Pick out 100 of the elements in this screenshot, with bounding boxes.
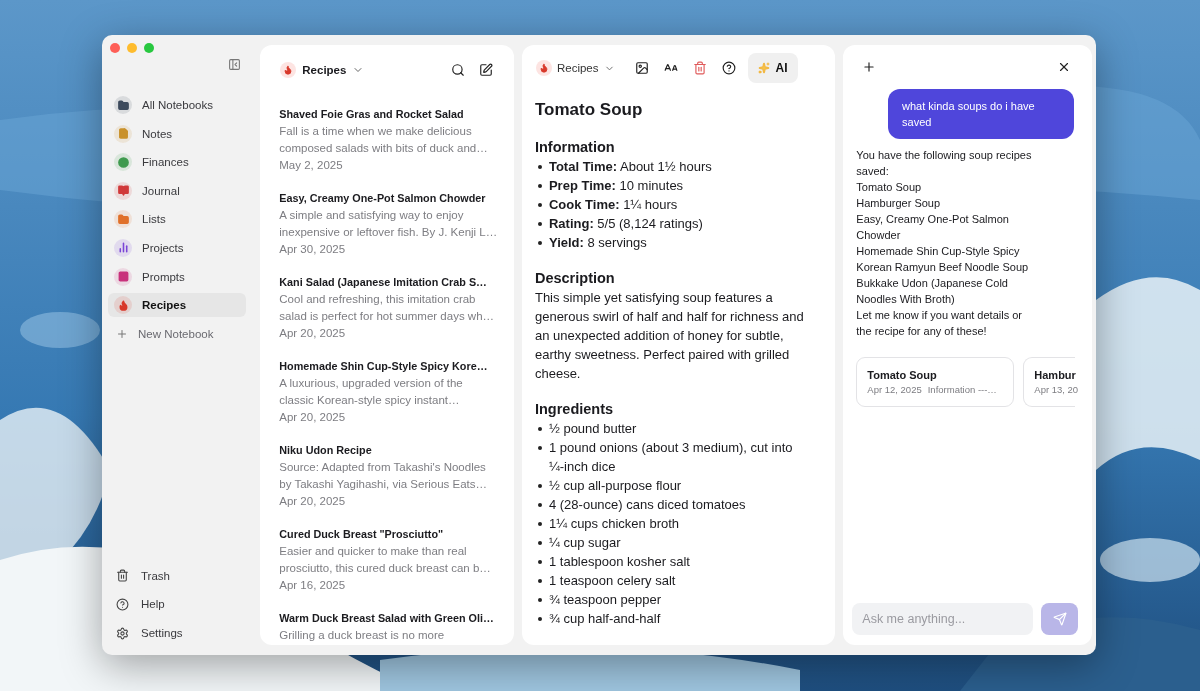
note-heading: Tomato Soup (534, 99, 644, 121)
image-icon (634, 61, 649, 75)
close-icon (1057, 60, 1071, 74)
close-window-button[interactable] (110, 43, 120, 53)
notebook-label: Recipes (142, 299, 187, 312)
note-date: Apr 16, 2025 (279, 578, 347, 593)
help-icon (721, 61, 736, 75)
description-text: This simple yet satisfying soup features a generous swirl of half and half for richness and an unexpected addition of honey for subtle, earthy sweetness. Perfect paired with grilled cheese. (534, 289, 805, 383)
plus-icon (862, 60, 877, 74)
list-item: 1 teaspoon celery salt (548, 572, 676, 590)
bullet-icon (537, 222, 542, 226)
note-title[interactable]: Homemade Shin Cup-Style Spicy Kore… (279, 358, 500, 375)
list-item: Rating: 5/5 (8,124 ratings) (548, 215, 703, 233)
bullet-icon (537, 560, 542, 564)
note-snippet: A simple and satisfying way to enjoy inexpensive or leftover fish. By J. Kenji L… (279, 208, 499, 240)
list-item: ¾ cup half-and-half (548, 610, 661, 628)
search-icon (450, 63, 465, 77)
note-title[interactable]: Niku Udon Recipe (279, 442, 500, 459)
list-item: 1¼ cups chicken broth (548, 515, 680, 533)
bullet-icon (537, 617, 542, 621)
trash-icon (116, 569, 129, 583)
section-heading: Ingredients (534, 400, 615, 419)
reply-line: Tomato Soup (856, 180, 923, 195)
list-item: ¾ teaspoon pepper (548, 591, 661, 609)
notebook-item[interactable]: Projects (108, 235, 247, 260)
footer-item[interactable]: Trash (108, 563, 247, 588)
section-heading: Information (534, 138, 616, 157)
reply-line: Easy, Creamy One-Pot Salmon Chowder (856, 212, 1010, 243)
bullet-icon (537, 598, 542, 602)
notebook-label: Prompts (142, 270, 185, 283)
help-icon (116, 597, 129, 611)
settings-icon (116, 626, 129, 640)
list-item: ½ pound butter (548, 420, 637, 438)
note-title[interactable]: Kani Salad (Japanese Imitation Crab S… (279, 274, 500, 291)
sidebar-icon (228, 58, 242, 71)
notebook-picker[interactable]: Recipes (280, 62, 365, 78)
bullet-icon (537, 503, 542, 507)
chat-input-field[interactable]: Ask me anything... (852, 603, 1034, 635)
reply-line: Homemade Shin Cup-Style Spicy Korean Ramyun Beef Noodle Soup (856, 244, 1030, 275)
footer-label: Help (141, 598, 165, 611)
note-snippet: A luxurious, upgraded version of the classic Korean-style spicy instant… (279, 376, 464, 408)
footer-label: Settings (141, 627, 183, 639)
list-item: Yield: 8 servings (548, 234, 647, 252)
note-snippet: Grilling a duck breast is no more (279, 628, 446, 643)
notebook-label: Projects (142, 241, 184, 254)
bullet-icon (537, 579, 542, 583)
flame-icon (538, 63, 549, 73)
note-snippet: Fall is a time when we make delicious composed salads with bits of duck and… (279, 124, 489, 156)
footer-item[interactable]: Help (108, 592, 247, 617)
note-title[interactable]: Warm Duck Breast Salad with Green Oli… (279, 610, 500, 627)
bullet-icon (537, 241, 542, 245)
list-item: 4 (28-ounce) cans diced tomatoes (548, 496, 746, 514)
reply-line: Let me know if you want details or the recipe for any of these! (856, 308, 1023, 339)
bullet-icon (537, 427, 542, 431)
note-snippet: Cool and refreshing, this imitation crab salad is perfect for hot summer days wh… (279, 292, 496, 324)
card-preview: Information ---… (927, 383, 997, 397)
list-item: 1 tablespoon kosher salt (548, 553, 690, 571)
recipe-card[interactable]: Hambur Apr 13, 20 (1023, 357, 1076, 407)
bullet-icon (537, 184, 542, 188)
ai-button[interactable]: AI (747, 53, 798, 83)
send-icon (1052, 612, 1067, 626)
recipe-card[interactable]: Tomato Soup Apr 12, 2025 Information ---… (856, 357, 1015, 407)
list-item: Total Time: About 1½ hours (548, 158, 712, 176)
note-title[interactable]: Shaved Foie Gras and Rocket Salad (279, 106, 500, 123)
bullet-icon (537, 203, 542, 207)
notebook-item[interactable]: Finances (108, 150, 247, 175)
trash-icon (692, 61, 707, 75)
reply-line: Bukkake Udon (Japanese Cold Noodles With Broth) (856, 276, 1009, 307)
notebook-name: Recipes (556, 62, 599, 74)
bullet-icon (537, 484, 542, 488)
notebook-picker[interactable]: Recipes (535, 60, 615, 76)
notebook-item[interactable]: Journal (108, 178, 247, 203)
note-title[interactable]: Easy, Creamy One-Pot Salmon Chowder (279, 190, 500, 207)
pencil-square-icon (478, 63, 493, 77)
notebook-item[interactable]: Prompts (108, 264, 247, 289)
note-snippet: Easier and quicker to make than real prosciutto, this cured duck breast can b… (279, 544, 492, 576)
notebook-item[interactable]: All Notebooks (108, 93, 247, 117)
note-date: Apr 20, 2025 (279, 326, 347, 341)
reply-line: You have the following soup recipes saved: (856, 148, 1033, 179)
list-item: Cook Time: 1¼ hours (548, 196, 678, 214)
bullet-icon (537, 541, 542, 545)
notebook-label: Journal (142, 184, 180, 197)
footer-item[interactable]: Settings (108, 621, 247, 645)
list-item: ½ cup all-purpose flour (548, 477, 682, 495)
notebook-item[interactable]: Lists (108, 207, 247, 232)
notebook-item[interactable]: Recipes (108, 293, 247, 318)
note-title[interactable]: Cured Duck Breast "Prosciutto" (279, 526, 500, 543)
footer-label: Trash (141, 569, 170, 582)
list-item: Prep Time: 10 minutes (548, 177, 684, 195)
notebook-item[interactable]: Notes (108, 121, 247, 146)
plus-icon (116, 327, 128, 340)
note-date: Apr 20, 2025 (279, 410, 347, 425)
notebook-label: Notes (142, 127, 173, 140)
notebook-name: Recipes (302, 64, 347, 76)
note-date: May 2, 2025 (279, 158, 344, 173)
note-snippet: Source: Adapted from Takashi's Noodles by Takashi Yagihashi, via Serious Eats… (279, 460, 489, 492)
sparkles-icon (757, 62, 770, 74)
notebook-label: All Notebooks (142, 99, 213, 111)
reply-line: Hamburger Soup (856, 196, 942, 211)
new-notebook-item[interactable]: New Notebook (108, 321, 247, 346)
